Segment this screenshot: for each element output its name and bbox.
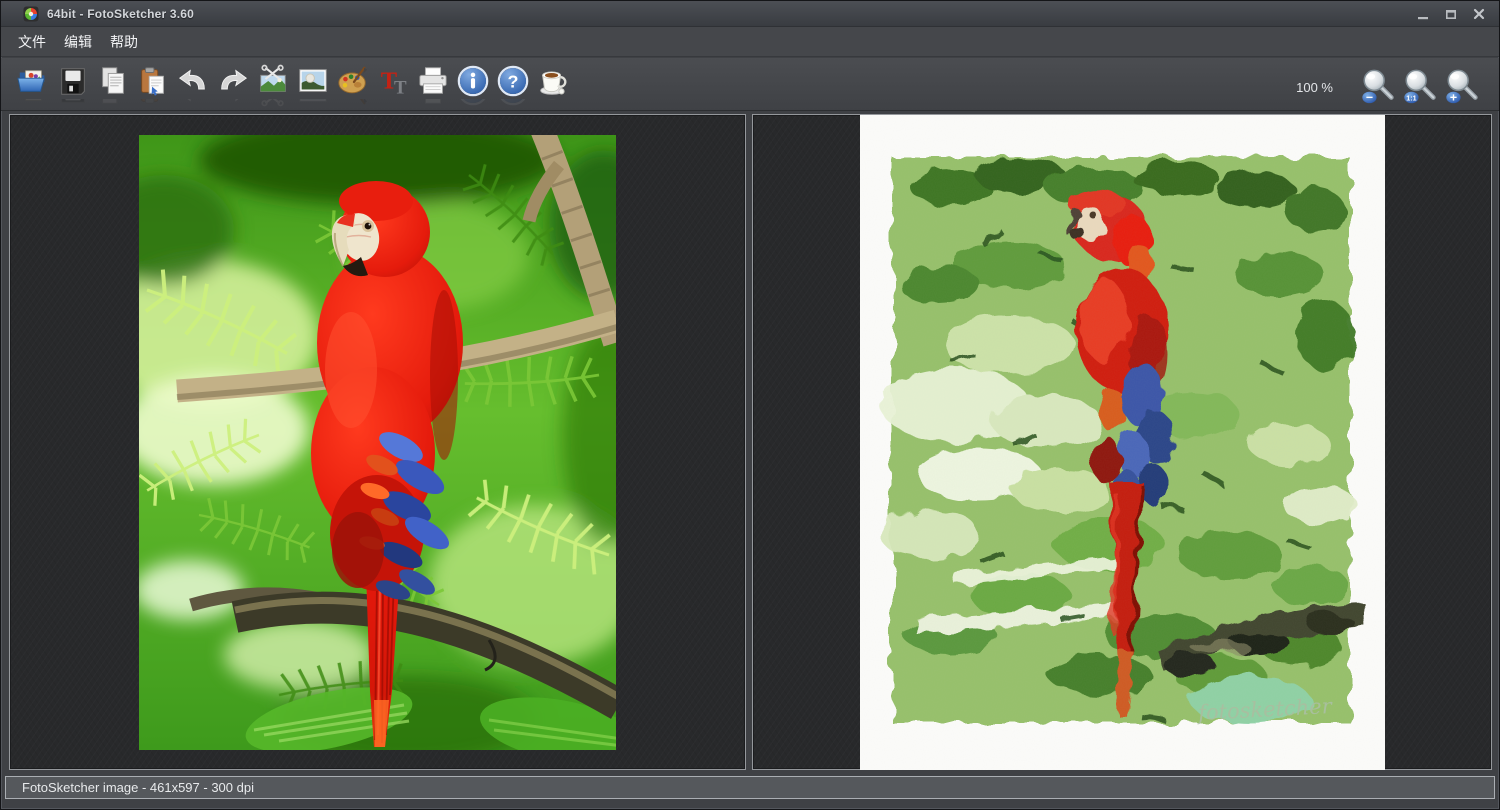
original-image [139, 135, 616, 750]
toolbar-zoom-area: 100 % − 1:1 + [1296, 66, 1489, 108]
undo-icon-reflection [176, 99, 210, 107]
svg-text:?: ? [508, 72, 519, 92]
fotosketcher-window: 64bit - FotoSketcher 3.60 文件编辑帮助 TTTT?? … [0, 0, 1500, 810]
minimize-button[interactable] [1415, 7, 1431, 21]
crop-resize-button[interactable] [253, 62, 293, 110]
zoom-actual-size-button[interactable]: 1:1 [1401, 66, 1439, 108]
image-parameters-button[interactable] [293, 62, 333, 110]
zoom-actual-icon: 1:1 [1401, 66, 1439, 108]
save-image-button[interactable] [53, 62, 93, 110]
zoom-buttons: − 1:1 + [1355, 66, 1481, 108]
save-icon-reflection [56, 99, 90, 107]
redo-icon [216, 64, 250, 98]
add-text-button[interactable]: TTTT [373, 62, 413, 110]
menu-item-file[interactable]: 文件 [9, 28, 55, 56]
zoom-level: 100 % [1296, 80, 1333, 95]
menu-bar: 文件编辑帮助 [1, 27, 1499, 57]
text-icon-reflection: TT [376, 99, 410, 107]
open-image-icon [16, 64, 50, 98]
window-controls [1415, 7, 1499, 21]
crop-image-icon-reflection [256, 99, 290, 107]
about-button[interactable] [453, 62, 493, 110]
crop-image-icon [256, 64, 290, 98]
toolbar-buttons: TTTT?? [13, 62, 573, 110]
title-bar: 64bit - FotoSketcher 3.60 [1, 1, 1499, 27]
painted-image: fotosketcher [860, 115, 1385, 770]
coffee-icon [536, 64, 570, 98]
paste-icon-reflection [136, 99, 170, 107]
redo-button[interactable] [213, 62, 253, 110]
copy-icon-reflection [96, 99, 130, 107]
zoom-in-button[interactable]: + [1443, 66, 1481, 108]
zoom-in-icon: + [1443, 66, 1481, 108]
open-image-button[interactable] [13, 62, 53, 110]
save-icon [56, 64, 90, 98]
printer-icon-reflection [416, 99, 450, 107]
drawing-parameters-button[interactable] [333, 62, 373, 110]
print-button[interactable] [413, 62, 453, 110]
painted-image-panel[interactable]: fotosketcher [752, 114, 1492, 770]
help-icon: ? [496, 64, 530, 98]
coffee-icon-reflection [536, 99, 570, 107]
photo-icon [296, 64, 330, 98]
copy-icon [96, 64, 130, 98]
open-image-icon-reflection [16, 99, 50, 107]
original-image-panel[interactable] [9, 114, 746, 770]
undo-button[interactable] [173, 62, 213, 110]
toolbar: TTTT?? 100 % − 1:1 + [1, 58, 1499, 111]
svg-text:1:1: 1:1 [1406, 94, 1416, 102]
undo-icon [176, 64, 210, 98]
info-icon [456, 64, 490, 98]
maximize-icon [1444, 7, 1458, 21]
help-button[interactable]: ?? [493, 62, 533, 110]
menu-item-edit[interactable]: 编辑 [55, 28, 101, 56]
redo-icon-reflection [216, 99, 250, 107]
donate-coffee-button[interactable] [533, 62, 573, 110]
minimize-icon [1416, 7, 1430, 21]
paste-button[interactable] [133, 62, 173, 110]
svg-text:−: − [1366, 91, 1373, 105]
zoom-out-icon: − [1359, 66, 1397, 108]
copy-button[interactable] [93, 62, 133, 110]
fotosketcher-logo-icon [23, 6, 39, 22]
menu-item-help[interactable]: 帮助 [101, 28, 147, 56]
window-title: 64bit - FotoSketcher 3.60 [47, 7, 194, 21]
zoom-out-button[interactable]: − [1359, 66, 1397, 108]
text-icon: TT [376, 64, 410, 98]
svg-text:T: T [381, 99, 397, 103]
palette-icon [336, 64, 370, 98]
status-bar: FotoSketcher image - 461x597 - 300 dpi [5, 776, 1495, 799]
paste-icon [136, 64, 170, 98]
help-icon-reflection: ? [496, 99, 530, 107]
photo-icon-reflection [296, 99, 330, 107]
printer-icon [416, 64, 450, 98]
svg-text:+: + [1450, 91, 1457, 105]
status-text: FotoSketcher image - 461x597 - 300 dpi [22, 780, 254, 795]
close-icon [1472, 7, 1486, 21]
palette-icon-reflection [336, 99, 370, 107]
info-icon-reflection [456, 99, 490, 107]
workspace: fotosketcher [1, 111, 1499, 776]
close-button[interactable] [1471, 7, 1487, 21]
maximize-button[interactable] [1443, 7, 1459, 21]
svg-text:T: T [394, 77, 407, 98]
